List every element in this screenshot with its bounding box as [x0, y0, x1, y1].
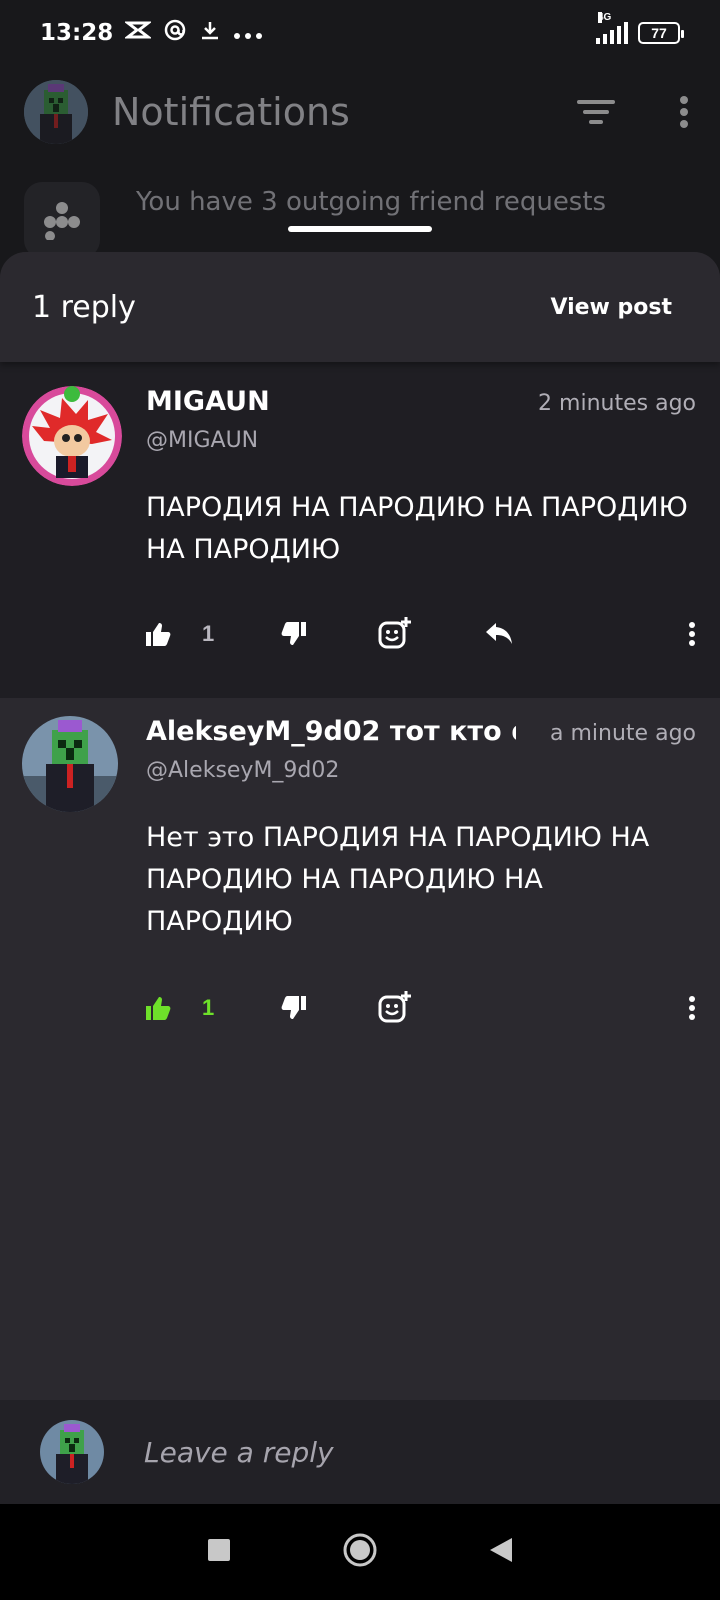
timestamp: 2 minutes ago [538, 391, 696, 416]
thumbs-down-icon [281, 996, 306, 1019]
like-button[interactable] [144, 994, 172, 1022]
sheet-header: 1 reply View post [0, 252, 720, 362]
author-name[interactable]: AlekseyM_9d02 тот кто фи [146, 716, 516, 747]
thumbs-down-icon [281, 622, 306, 645]
thumbs-up-icon [146, 623, 171, 646]
add-emoji-icon [378, 991, 411, 1023]
reply-composer [0, 1400, 720, 1504]
replies-sheet: 1 reply View post MIGAUN 2 minutes ago @… [0, 252, 720, 1504]
timestamp: a minute ago [550, 721, 696, 746]
battery-icon: 77 [638, 22, 684, 44]
home-icon[interactable] [342, 1532, 378, 1573]
network-type: 4G [598, 12, 612, 23]
author-handle[interactable]: @AlekseyM_9d02 [146, 758, 696, 783]
status-time: 13:28 [40, 20, 114, 46]
profile-avatar[interactable] [24, 80, 88, 144]
reply-button[interactable] [484, 621, 514, 647]
friends-icon [24, 182, 100, 258]
friend-requests-text: You have 3 outgoing friend requests [136, 187, 607, 217]
comment-actions: 1 [144, 614, 696, 654]
battery-level: 77 [651, 25, 667, 41]
comment-text: ПАРОДИЯ НА ПАРОДИЮ НА ПАРОДИЮ НА ПАРОДИЮ [146, 492, 688, 565]
recents-icon[interactable] [206, 1537, 232, 1568]
comment-text: Нет это ПАРОДИЯ НА ПАРОДИЮ НА ПАРОДИЮ НА… [146, 822, 650, 937]
like-button[interactable] [144, 620, 172, 648]
avatar [40, 1420, 104, 1484]
add-reaction-button[interactable] [378, 617, 412, 651]
avatar[interactable] [22, 716, 118, 812]
add-emoji-icon [378, 617, 411, 649]
dislike-button[interactable] [280, 620, 308, 648]
parent-comment: MIGAUN 2 minutes ago @MIGAUN ПАРОДИЯ НА … [0, 362, 720, 698]
thumbs-up-icon [146, 997, 171, 1020]
dislike-button[interactable] [280, 994, 308, 1022]
reply-arrow-icon [486, 623, 512, 644]
capcut-icon [123, 19, 153, 47]
drag-handle[interactable] [288, 226, 432, 232]
add-reaction-button[interactable] [378, 991, 412, 1025]
reply-comment: AlekseyM_9d02 тот кто фи a minute ago @A… [0, 698, 720, 1058]
status-bar: 13:28 4G 77 [0, 0, 720, 66]
reply-input[interactable] [144, 1435, 644, 1469]
sheet-title: 1 reply [32, 289, 136, 325]
comment-more-icon[interactable] [688, 621, 696, 647]
author-handle[interactable]: @MIGAUN [146, 428, 696, 453]
background-notifications-screen: Notifications You have 3 outgoing friend… [0, 66, 720, 266]
overflow-menu-icon[interactable] [672, 92, 696, 132]
app-header: Notifications [0, 66, 720, 158]
screen: 13:28 4G 77 Notifications You have 3 out… [0, 0, 720, 1600]
comment-more-icon[interactable] [688, 995, 696, 1021]
filter-icon[interactable] [576, 92, 616, 132]
more-dots-icon [233, 20, 263, 46]
view-post-button[interactable]: View post [550, 295, 672, 320]
at-icon [163, 18, 187, 48]
download-icon [199, 19, 221, 47]
back-icon[interactable] [488, 1536, 514, 1569]
like-count: 1 [202, 621, 215, 646]
system-nav-bar [0, 1504, 720, 1600]
comment-actions: 1 [144, 988, 696, 1028]
author-name[interactable]: MIGAUN [146, 386, 270, 417]
signal-icon: 4G [596, 12, 628, 44]
like-count: 1 [202, 995, 215, 1020]
friend-requests-row[interactable]: You have 3 outgoing friend requests [0, 158, 720, 258]
avatar[interactable] [22, 386, 122, 486]
page-title: Notifications [112, 90, 350, 134]
